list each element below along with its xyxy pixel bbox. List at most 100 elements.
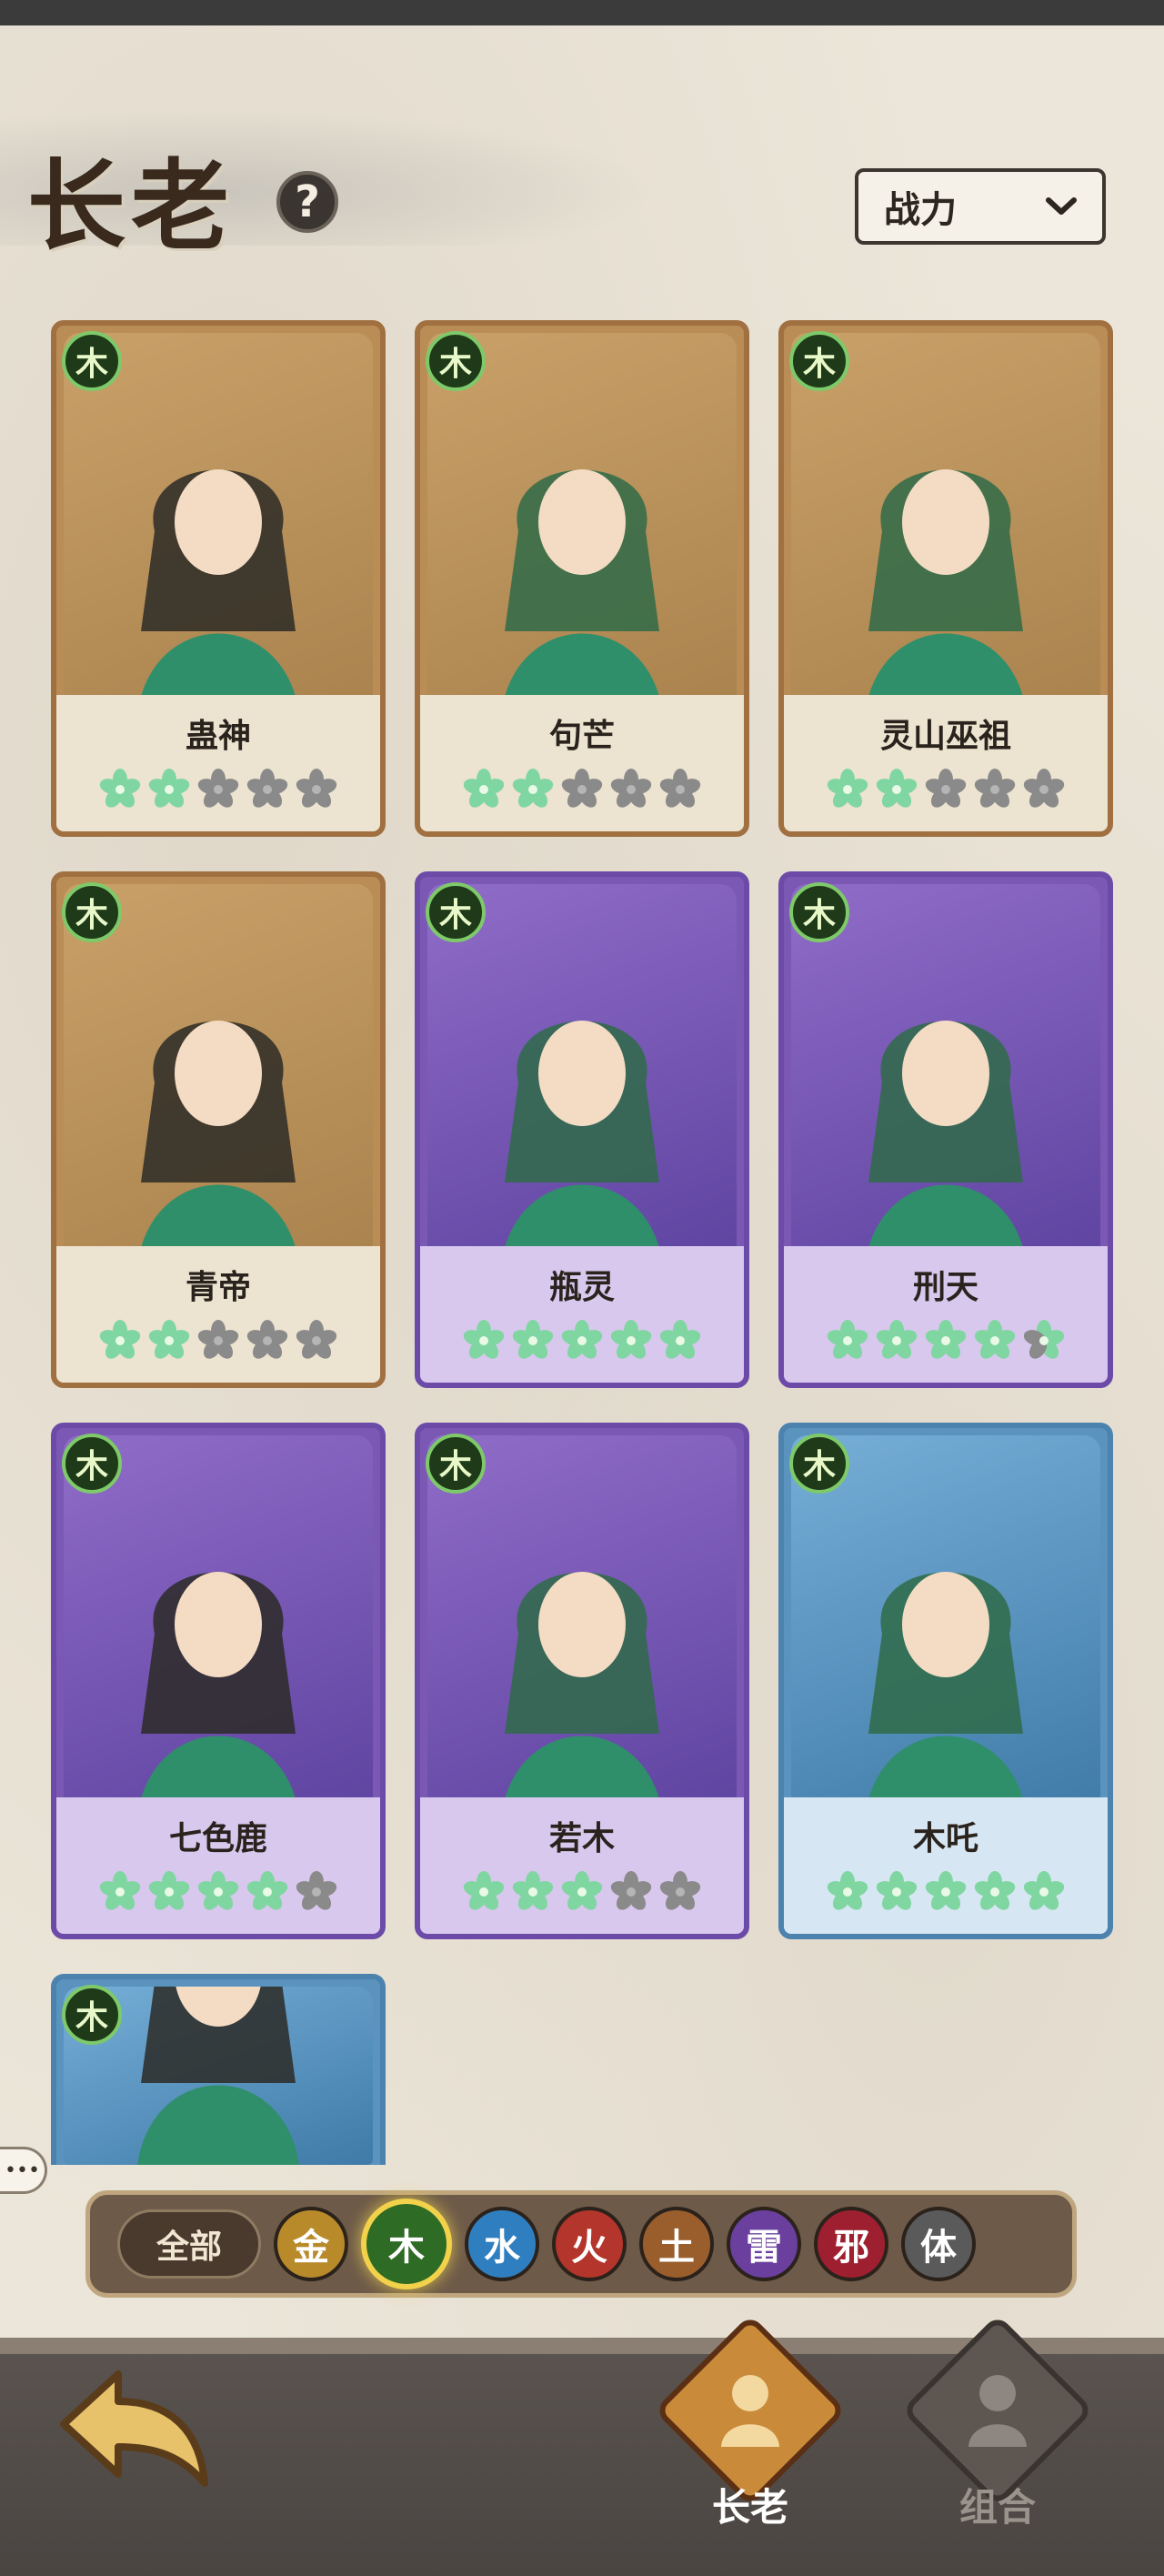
character-figure [137, 1572, 299, 1816]
wood-element-badge: 木 [62, 1985, 122, 2045]
elder-name: 瓶灵 [548, 1269, 615, 1306]
flower-star-icon [1023, 1320, 1065, 1359]
elder-name: 灵山巫祖 [879, 718, 1011, 755]
flower-star-icon [512, 769, 554, 808]
filter-water-button[interactable]: 水 [465, 2207, 539, 2281]
flower-star-icon [296, 769, 337, 808]
flower-star-icon [561, 1320, 603, 1359]
character-figure [501, 469, 663, 713]
elder-card[interactable]: 木 七色鹿 [51, 1423, 386, 1939]
character-portrait [791, 884, 1100, 1264]
flower-star-icon [974, 1871, 1016, 1910]
flower-star-icon [246, 1871, 288, 1910]
elder-card[interactable]: 木 蛊神 [51, 320, 386, 837]
flower-star-icon [925, 769, 967, 808]
flower-star-icon [827, 769, 868, 808]
flower-star-icon [296, 1871, 337, 1910]
wood-element-badge: 木 [62, 882, 122, 942]
elder-card[interactable]: 木 句芒 [415, 320, 749, 837]
elder-name: 木吒 [912, 1820, 978, 1857]
elder-card[interactable]: 木 [51, 1974, 386, 2165]
character-portrait [427, 333, 737, 713]
character-figure [137, 1987, 299, 2165]
filter-wood-button[interactable]: 木 [361, 2199, 452, 2289]
character-figure [501, 1572, 663, 1816]
flower-star-icon [876, 1320, 918, 1359]
elder-card[interactable]: 木 瓶灵 [415, 871, 749, 1388]
flower-star-icon [148, 769, 190, 808]
sort-dropdown[interactable]: 战力 [855, 168, 1106, 245]
star-rating [420, 1319, 744, 1363]
flower-star-icon [659, 769, 701, 808]
chat-bubble-icon[interactable]: ••• [0, 2147, 47, 2194]
character-portrait [64, 884, 373, 1264]
filter-evil-button[interactable]: 邪 [814, 2207, 888, 2281]
elder-card[interactable]: 木 刑天 [778, 871, 1113, 1388]
combo-portrait-icon [968, 2375, 1027, 2447]
flower-star-icon [561, 1871, 603, 1910]
flower-star-icon [512, 1320, 554, 1359]
star-rating [56, 1870, 380, 1914]
status-bar [0, 0, 1164, 25]
page-title: 长老 [27, 149, 236, 264]
wood-element-badge: 木 [789, 1434, 849, 1494]
elder-card[interactable]: 木 若木 [415, 1423, 749, 1939]
back-arrow-icon[interactable] [55, 2356, 218, 2492]
flower-star-icon [827, 1320, 868, 1359]
wood-element-badge: 木 [789, 331, 849, 391]
character-figure [865, 1021, 1027, 1264]
filter-earth-button[interactable]: 土 [639, 2207, 714, 2281]
star-rating [784, 768, 1108, 811]
character-figure [865, 469, 1027, 713]
star-rating [56, 768, 380, 811]
flower-star-icon [610, 1320, 652, 1359]
flower-star-icon [659, 1871, 701, 1910]
filter-metal-button[interactable]: 金 [274, 2207, 348, 2281]
flower-star-icon [148, 1871, 190, 1910]
character-portrait [427, 884, 737, 1264]
flower-star-icon [197, 1871, 239, 1910]
filter-fire-button[interactable]: 火 [552, 2207, 627, 2281]
flower-star-icon [925, 1871, 967, 1910]
elder-card[interactable]: 木 青帝 [51, 871, 386, 1388]
chevron-down-icon [1046, 197, 1077, 215]
flower-star-icon [1023, 769, 1065, 808]
nav-elders-label: 长老 [711, 2485, 788, 2530]
flower-star-icon [610, 1871, 652, 1910]
elder-name: 七色鹿 [168, 1820, 267, 1857]
flower-star-icon [246, 769, 288, 808]
flower-star-icon [827, 1871, 868, 1910]
flower-star-icon [925, 1320, 967, 1359]
character-portrait [791, 333, 1100, 713]
filter-all-button[interactable]: 全部 [117, 2209, 261, 2279]
flower-star-icon [99, 1871, 141, 1910]
flower-star-icon [974, 769, 1016, 808]
filter-body-button[interactable]: 体 [901, 2207, 976, 2281]
flower-star-icon [1023, 1871, 1065, 1910]
help-icon[interactable]: ? [276, 171, 338, 233]
star-rating [784, 1870, 1108, 1914]
elder-card[interactable]: 木 灵山巫祖 [778, 320, 1113, 837]
elder-name: 句芒 [548, 718, 615, 755]
elder-name: 若木 [548, 1820, 615, 1857]
wood-element-badge: 木 [426, 882, 486, 942]
nav-elders-tab[interactable]: 长老 [653, 2313, 848, 2561]
flower-star-icon [876, 769, 918, 808]
flower-star-icon [561, 769, 603, 808]
character-figure [137, 469, 299, 713]
wood-element-badge: 木 [426, 1434, 486, 1494]
flower-star-icon [463, 1871, 505, 1910]
star-rating [420, 768, 744, 811]
elder-name: 青帝 [185, 1269, 251, 1306]
nav-combo-tab[interactable]: 组合 [900, 2313, 1095, 2561]
character-portrait [427, 1435, 737, 1816]
flower-star-icon [99, 1320, 141, 1359]
flower-star-icon [876, 1871, 918, 1910]
character-portrait [791, 1435, 1100, 1816]
elder-card[interactable]: 木 木吒 [778, 1423, 1113, 1939]
flower-star-icon [512, 1871, 554, 1910]
nav-combo-label: 组合 [958, 2485, 1036, 2530]
elder-name: 蛊神 [185, 718, 251, 755]
flower-star-icon [197, 1320, 239, 1359]
filter-thunder-button[interactable]: 雷 [727, 2207, 801, 2281]
